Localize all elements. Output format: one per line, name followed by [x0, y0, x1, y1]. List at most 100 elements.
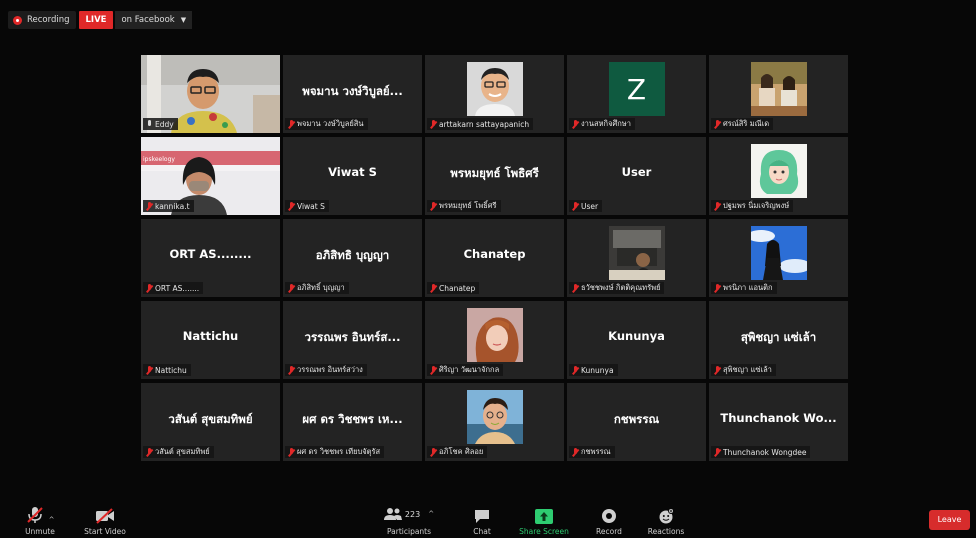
- participant-tile[interactable]: อภิโชค ศิลอย: [425, 383, 564, 461]
- stream-target-label: on Facebook: [121, 15, 175, 25]
- chevron-up-icon[interactable]: ^: [49, 516, 55, 524]
- muted-mic-icon: [146, 201, 152, 211]
- reactions-label: Reactions: [647, 527, 685, 536]
- participant-tile[interactable]: Kununya Kununya: [567, 301, 706, 379]
- participant-tile[interactable]: ศรณ์สิริ มณีเด: [709, 55, 848, 133]
- participant-tile[interactable]: วสันต์ สุขสมทิพย์ วสันต์ สุขสมทิพย์: [141, 383, 280, 461]
- participants-label: Participants: [386, 527, 432, 536]
- participant-name-label: Viwat S: [285, 200, 329, 212]
- chat-label: Chat: [473, 527, 491, 536]
- record-icon: [602, 509, 616, 523]
- participant-tile[interactable]: สุพิชญา แซ่เล้า สุพิชญา แซ่เล้า: [709, 301, 848, 379]
- participant-name: kannika.t: [155, 201, 190, 211]
- participant-tile[interactable]: ปฐมพร นิ่มเจริญพงษ์: [709, 137, 848, 215]
- participant-name: ปฐมพร นิ่มเจริญพงษ์: [723, 201, 790, 210]
- participant-tile[interactable]: User User: [567, 137, 706, 215]
- participant-name-label: User: [569, 200, 603, 212]
- unmute-label: Unmute: [25, 527, 55, 536]
- participant-name-label: สุพิชญา แซ่เล้า: [711, 364, 776, 376]
- muted-mic-icon: [572, 119, 578, 129]
- participant-tile[interactable]: วรรณพร อินทร์ส... วรรณพร อินทร์สว่าง: [283, 301, 422, 379]
- participant-display-name: วรรณพร อินทร์ส...: [304, 330, 401, 344]
- participant-name-label: อภิสิทธิ์ บุญญา: [285, 282, 349, 294]
- participant-tile[interactable]: ศิริญา วัฒนาจักกล: [425, 301, 564, 379]
- participant-name: Viwat S: [297, 201, 325, 211]
- participant-tile[interactable]: ผศ ดร วิชชพร เห... ผศ ดร วิชชพร เทียบจัตุ…: [283, 383, 422, 461]
- muted-mic-icon: [288, 201, 294, 211]
- participant-tile[interactable]: พรหมยุทธ์ โพธิศรีพรหมยุทธ์ โพธิ์ศรี: [425, 137, 564, 215]
- chevron-up-icon[interactable]: ^: [428, 510, 434, 518]
- participant-name: อภิโชค ศิลอย: [439, 447, 484, 456]
- record-button[interactable]: Record: [594, 504, 624, 536]
- participant-name-label: พรนิภา แอนติก: [711, 282, 777, 294]
- participants-button[interactable]: 223 ^ Participants: [383, 504, 435, 536]
- participant-tile[interactable]: กชพรรณ กชพรรณ: [567, 383, 706, 461]
- participant-tile[interactable]: Z งานสหกิจศึกษา: [567, 55, 706, 133]
- participant-name-label: ศิริญา วัฒนาจักกล: [427, 364, 504, 376]
- participant-name: พรหมยุทธ์ โพธิ์ศรี: [439, 201, 497, 210]
- participant-name: อภิสิทธิ์ บุญญา: [297, 283, 345, 292]
- chat-button[interactable]: Chat: [469, 504, 495, 536]
- participant-tile[interactable]: พจมาน วงษ์วิบูลย์... พจมาน วงษ์วิบูลย์สิน: [283, 55, 422, 133]
- participant-tile[interactable]: ipskeelogy kannika.t: [141, 137, 280, 215]
- mic-icon: [146, 119, 152, 129]
- participant-tile[interactable]: arttakarn sattayapanich: [425, 55, 564, 133]
- muted-mic-icon: [714, 283, 720, 293]
- participant-tile[interactable]: Chanatep Chanatep: [425, 219, 564, 297]
- participant-display-name: ORT AS........: [169, 247, 252, 261]
- participant-tile[interactable]: Viwat S Viwat S: [283, 137, 422, 215]
- chevron-down-icon: ▼: [180, 16, 187, 24]
- muted-mic-icon: [288, 119, 294, 129]
- reactions-button[interactable]: Reactions: [646, 504, 686, 536]
- participant-name-label: กชพรรณ: [569, 446, 615, 458]
- unmute-button[interactable]: ^ Unmute: [22, 504, 58, 536]
- participant-display-name: กชพรรณ: [613, 412, 660, 426]
- participant-tile[interactable]: Thunchanok Wo... Thunchanok Wongdee: [709, 383, 848, 461]
- participant-tile[interactable]: อภิสิทธิ บุญญา อภิสิทธิ์ บุญญา: [283, 219, 422, 297]
- participant-tile[interactable]: Nattichu Nattichu: [141, 301, 280, 379]
- participant-tile[interactable]: ORT AS........ ORT AS.......: [141, 219, 280, 297]
- participant-name-label: ORT AS.......: [143, 282, 204, 294]
- participant-name: Thunchanok Wongdee: [723, 447, 807, 457]
- participant-name-label: ผศ ดร วิชชพร เทียบจัตุรัส: [285, 446, 385, 458]
- participant-name: Kununya: [581, 365, 614, 375]
- participant-tile[interactable]: ธวัชชพงษ์ กิตติคุณทรัพย์: [567, 219, 706, 297]
- meeting-status-bar: Recording LIVE on Facebook ▼: [8, 10, 193, 30]
- share-screen-icon: [535, 509, 553, 524]
- participant-name-label: พรหมยุทธ์ โพธิ์ศรี: [427, 200, 501, 212]
- meeting-toolbar: ^ Unmute Start Video 223 ^ Participants: [0, 494, 976, 538]
- participant-tile[interactable]: Eddy: [141, 55, 280, 133]
- start-video-button[interactable]: Start Video: [82, 504, 128, 536]
- participant-display-name: พจมาน วงษ์วิบูลย์...: [302, 84, 403, 98]
- muted-mic-icon: [146, 447, 152, 457]
- participant-name: วรรณพร อินทร์สว่าง: [297, 365, 363, 374]
- participant-display-name: พรหมยุทธ์ โพธิศรี: [450, 166, 539, 180]
- participant-name: ศิริญา วัฒนาจักกล: [439, 365, 500, 374]
- participant-display-name: วสันต์ สุขสมทิพย์: [168, 412, 253, 426]
- muted-mic-icon: [572, 201, 578, 211]
- participant-name-label: ศรณ์สิริ มณีเด: [711, 118, 774, 130]
- muted-mic-icon: [430, 119, 436, 129]
- participant-name-label: วสันต์ สุขสมทิพย์: [143, 446, 214, 458]
- muted-mic-icon: [288, 447, 294, 457]
- muted-mic-icon: [714, 119, 720, 129]
- leave-button[interactable]: Leave: [929, 510, 970, 530]
- participant-display-name: ผศ ดร วิชชพร เห...: [302, 412, 403, 426]
- participant-display-name: Thunchanok Wo...: [720, 411, 837, 425]
- participant-name: พจมาน วงษ์วิบูลย์สิน: [297, 119, 364, 128]
- participant-name: arttakarn sattayapanich: [439, 119, 530, 129]
- muted-mic-icon: [714, 447, 720, 457]
- participant-name: พรนิภา แอนติก: [723, 283, 773, 292]
- profile-picture: [608, 226, 665, 280]
- live-stream-dropdown[interactable]: on Facebook ▼: [115, 11, 193, 29]
- participant-display-name: สุพิชญา แซ่เล้า: [740, 330, 817, 344]
- participant-name-label: Thunchanok Wongdee: [711, 446, 811, 458]
- share-screen-button[interactable]: Share Screen: [518, 504, 570, 536]
- profile-picture: [466, 308, 523, 362]
- participant-name-label: วรรณพร อินทร์สว่าง: [285, 364, 367, 376]
- participant-tile[interactable]: พรนิภา แอนติก: [709, 219, 848, 297]
- muted-mic-icon: [430, 447, 436, 457]
- participant-name-label: Nattichu: [143, 364, 191, 376]
- profile-photo: [608, 226, 665, 280]
- recording-indicator[interactable]: Recording: [8, 11, 76, 29]
